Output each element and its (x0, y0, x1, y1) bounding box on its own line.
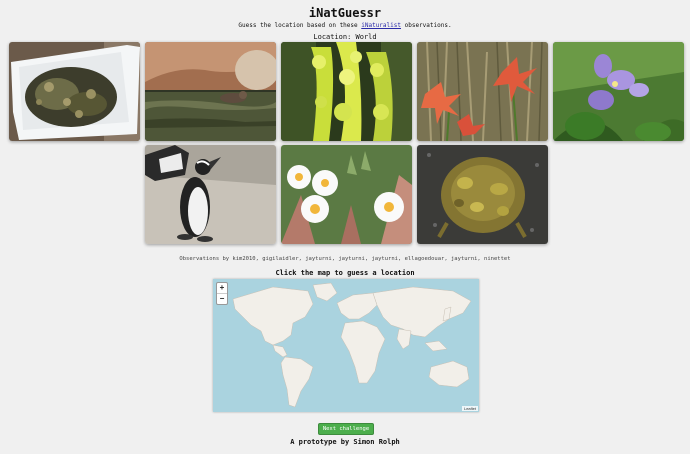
observation-photo-purple-flowers[interactable] (553, 42, 684, 141)
next-challenge-button[interactable]: Next challenge (318, 423, 374, 435)
zoom-in-button[interactable]: + (217, 283, 227, 293)
map-prompt: Click the map to guess a location (275, 269, 415, 277)
subtitle: Guess the location based on these iNatur… (0, 22, 690, 29)
observation-photo-water-animal[interactable] (145, 42, 276, 141)
observation-photo-daisies[interactable] (281, 145, 412, 244)
observation-photo-red-lilies[interactable] (417, 42, 548, 141)
map-tiles (213, 279, 479, 412)
page: iNatGuessr Guess the location based on t… (0, 0, 690, 454)
zoom-control: + − (216, 282, 228, 305)
observation-credits: Observations by kim2010, gigilaidler, ja… (179, 256, 511, 262)
subtitle-text-after: observations. (401, 22, 452, 29)
world-map[interactable]: + − Leaflet (213, 279, 479, 412)
footer-credit: A prototype by Simon Rolph (290, 438, 400, 446)
location-label: Location: World (313, 33, 377, 41)
observation-photo-penguins[interactable] (145, 145, 276, 244)
page-title: iNatGuessr (308, 6, 382, 20)
zoom-out-button[interactable]: − (217, 293, 227, 304)
inaturalist-link[interactable]: iNaturalist (361, 22, 401, 29)
observation-photo-snake[interactable] (9, 42, 140, 141)
observation-photo-toad[interactable] (417, 145, 548, 244)
observation-photo-yellow-flowers[interactable] (281, 42, 412, 141)
subtitle-text-before: Guess the location based on these (238, 22, 362, 29)
map-attribution[interactable]: Leaflet (461, 406, 478, 411)
